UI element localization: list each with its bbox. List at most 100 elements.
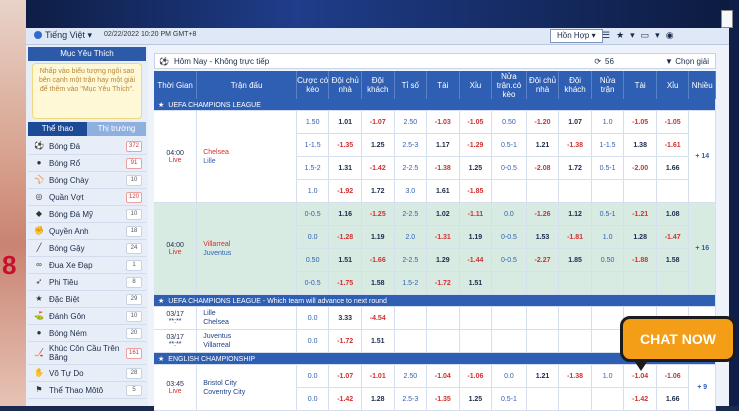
odds-cell[interactable]: -1.07 xyxy=(361,110,395,134)
favorite-star-icon[interactable]: ★ xyxy=(158,356,164,363)
odds-cell[interactable]: -1.26 xyxy=(526,202,560,226)
sidebar-item-sport[interactable]: ◎ Quần Vợt 120 xyxy=(28,189,146,206)
odds-cell[interactable]: 1.29 xyxy=(426,248,460,272)
sound-icon[interactable]: ◉ xyxy=(666,30,680,40)
match-teams[interactable]: Villarreal Juventus xyxy=(196,202,297,295)
chat-now-button[interactable]: CHAT NOW xyxy=(620,316,736,371)
odds-cell[interactable]: 1.31 xyxy=(328,156,362,180)
odds-cell[interactable]: 1.66 xyxy=(656,387,690,411)
menu-icon[interactable]: ☰ xyxy=(602,30,616,40)
odds-cell[interactable]: -1.72 xyxy=(328,329,362,353)
odds-cell[interactable]: 1.07 xyxy=(558,110,592,134)
odds-cell[interactable]: 1.25 xyxy=(459,387,493,411)
odds-cell[interactable]: 1.21 xyxy=(526,364,560,388)
sidebar-item-sport[interactable]: ✊ Quyền Anh 18 xyxy=(28,223,146,240)
tab-sports[interactable]: Thể thao xyxy=(28,122,87,136)
odds-cell[interactable]: 1.58 xyxy=(656,248,690,272)
odds-cell[interactable]: 1.61 xyxy=(426,179,460,203)
odds-cell[interactable]: 1.58 xyxy=(361,271,395,295)
odds-cell[interactable]: 1.02 xyxy=(426,202,460,226)
odds-cell[interactable]: -1.85 xyxy=(459,179,493,203)
sidebar-item-sport[interactable]: ∞ Đua Xe Đạp 1 xyxy=(28,257,146,274)
odds-cell[interactable]: 1.38 xyxy=(623,133,657,157)
tab-market[interactable]: Thị trường xyxy=(87,122,146,136)
odds-cell[interactable]: -1.42 xyxy=(328,387,362,411)
odds-cell[interactable]: 1.72 xyxy=(361,179,395,203)
odds-cell[interactable]: -1.01 xyxy=(361,364,395,388)
odds-cell[interactable]: -1.47 xyxy=(656,225,690,249)
odds-cell[interactable]: -1.42 xyxy=(361,156,395,180)
odds-cell[interactable]: 1.51 xyxy=(361,329,395,353)
odds-cell[interactable]: -1.92 xyxy=(328,179,362,203)
odds-cell[interactable]: -1.28 xyxy=(328,225,362,249)
odds-cell[interactable]: -1.29 xyxy=(459,133,493,157)
odds-cell[interactable]: -1.03 xyxy=(426,110,460,134)
match-teams[interactable]: Lille Chelsea xyxy=(196,306,297,330)
odds-cell[interactable]: 1.19 xyxy=(459,225,493,249)
sidebar-item-sport[interactable]: ➶ Phi Tiêu 8 xyxy=(28,274,146,291)
odds-cell[interactable]: -1.38 xyxy=(558,133,592,157)
sidebar-item-sport[interactable]: ╱ Bóng Gậy 24 xyxy=(28,240,146,257)
odds-cell[interactable]: -1.05 xyxy=(656,110,690,134)
sidebar-item-sport[interactable]: ● Bóng Ném 20 xyxy=(28,325,146,342)
odds-cell[interactable]: 1.66 xyxy=(656,156,690,180)
odds-cell[interactable]: 1.28 xyxy=(623,225,657,249)
odds-cell[interactable]: -1.25 xyxy=(361,202,395,226)
sidebar-item-sport[interactable]: ⛳ Đánh Gôn 10 xyxy=(28,308,146,325)
odds-cell[interactable]: 3.33 xyxy=(328,306,362,330)
odds-cell[interactable]: 1.21 xyxy=(526,133,560,157)
league-filter-button[interactable]: ▼ Chọn giải xyxy=(665,57,709,66)
odds-cell[interactable]: -1.06 xyxy=(656,364,690,388)
odds-cell[interactable]: -1.35 xyxy=(328,133,362,157)
match-teams[interactable]: Juventus Villarreal xyxy=(196,329,297,353)
odds-cell[interactable]: -2.08 xyxy=(526,156,560,180)
window-scroll-handle[interactable] xyxy=(721,10,733,28)
odds-cell[interactable]: 1.17 xyxy=(426,133,460,157)
odds-cell[interactable]: -1.06 xyxy=(459,364,493,388)
odds-cell[interactable]: -1.81 xyxy=(558,225,592,249)
odds-cell[interactable]: -1.20 xyxy=(526,110,560,134)
sidebar-item-sport[interactable]: ✋ Võ Tự Do 28 xyxy=(28,365,146,382)
odds-cell[interactable]: -1.72 xyxy=(426,271,460,295)
odds-cell[interactable]: -1.11 xyxy=(459,202,493,226)
odds-cell[interactable]: -1.21 xyxy=(623,202,657,226)
odds-cell[interactable]: 1.19 xyxy=(361,225,395,249)
odds-cell[interactable]: -2.27 xyxy=(526,248,560,272)
sidebar-item-sport[interactable]: ● Bóng Rổ 91 xyxy=(28,155,146,172)
sidebar-item-sport[interactable]: 🏒 Khúc Côn Cầu Trên Băng 161 xyxy=(28,342,146,365)
odds-cell[interactable]: -1.31 xyxy=(426,225,460,249)
odds-cell[interactable]: 1.01 xyxy=(328,110,362,134)
odds-cell[interactable]: 1.08 xyxy=(656,202,690,226)
more-markets-button[interactable]: + 9 xyxy=(688,364,716,411)
odds-cell[interactable]: -1.35 xyxy=(426,387,460,411)
sidebar-item-sport[interactable]: ★ Đặc Biệt 29 xyxy=(28,291,146,308)
odds-cell[interactable]: 1.53 xyxy=(526,225,560,249)
odds-cell[interactable]: -1.07 xyxy=(328,364,362,388)
odds-cell[interactable]: -1.04 xyxy=(426,364,460,388)
odds-cell[interactable]: -1.66 xyxy=(361,248,395,272)
odds-cell[interactable]: -1.44 xyxy=(459,248,493,272)
refresh-icon[interactable]: ⟳ xyxy=(594,57,601,66)
sidebar-item-sport[interactable]: ⚑ Thể Thao Môtô 5 xyxy=(28,382,146,399)
odds-cell[interactable]: -1.38 xyxy=(426,156,460,180)
odds-cell[interactable]: -1.75 xyxy=(328,271,362,295)
odds-cell[interactable]: -1.05 xyxy=(623,110,657,134)
sidebar-item-sport[interactable]: ⚾ Bóng Chày 10 xyxy=(28,172,146,189)
sidebar-item-sport[interactable]: ◆ Bóng Đá Mỹ 10 xyxy=(28,206,146,223)
odds-cell[interactable]: -2.00 xyxy=(623,156,657,180)
odds-cell[interactable]: -1.05 xyxy=(459,110,493,134)
odds-cell[interactable]: 1.25 xyxy=(459,156,493,180)
star-icon[interactable]: ★▾ xyxy=(616,30,641,40)
odds-cell[interactable]: 1.51 xyxy=(459,271,493,295)
language-selector[interactable]: Tiếng Việt ▾ xyxy=(34,30,92,41)
match-teams[interactable]: Chelsea Lille xyxy=(196,110,297,203)
display-icon[interactable]: ▭▾ xyxy=(641,30,666,40)
match-teams[interactable]: Bristol City Coventry City xyxy=(196,364,297,411)
favorite-star-icon[interactable]: ★ xyxy=(158,298,164,305)
odds-cell[interactable]: -1.38 xyxy=(558,364,592,388)
odds-cell[interactable]: -1.42 xyxy=(623,387,657,411)
odds-cell[interactable]: 1.72 xyxy=(558,156,592,180)
odds-cell[interactable]: -4.54 xyxy=(361,306,395,330)
odds-cell[interactable]: 1.51 xyxy=(328,248,362,272)
more-markets-button[interactable]: + 14 xyxy=(688,110,716,203)
